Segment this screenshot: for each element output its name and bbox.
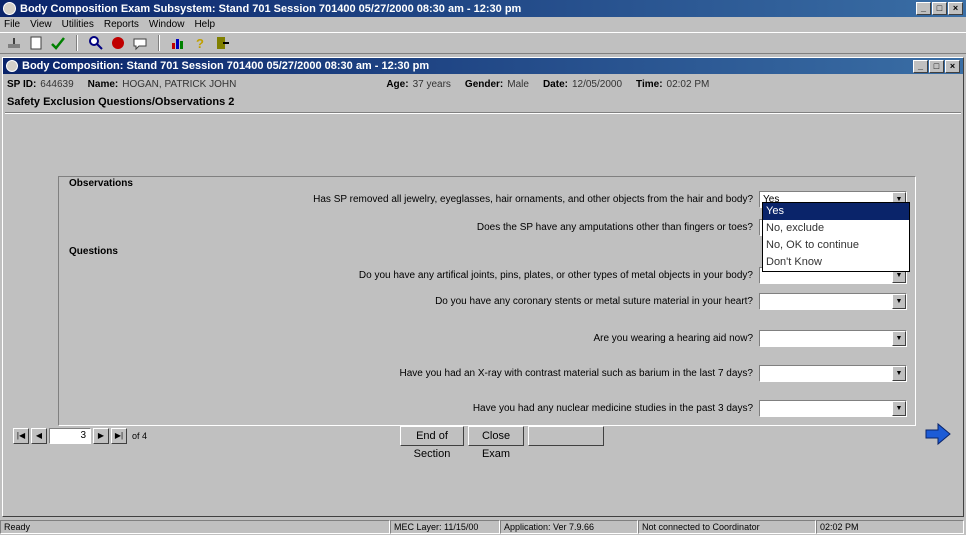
maximize-button[interactable]: □ bbox=[932, 2, 947, 15]
search-icon[interactable] bbox=[88, 35, 104, 51]
gender-value: Male bbox=[507, 78, 529, 90]
section-divider bbox=[5, 112, 961, 114]
close-exam-button[interactable]: Close Exam bbox=[468, 426, 524, 460]
page-count-label: of 4 bbox=[132, 431, 148, 441]
status-ready: Ready bbox=[0, 520, 390, 534]
question-row-xray: Have you had an X-ray with contrast mate… bbox=[399, 365, 907, 382]
option-yes[interactable]: Yes bbox=[763, 203, 909, 220]
page-number-field[interactable]: 3 bbox=[49, 428, 91, 444]
menu-bar: File View Utilities Reports Window Help bbox=[0, 17, 966, 32]
sp-id-value: 644639 bbox=[40, 78, 74, 90]
time-value: 02:02 PM bbox=[666, 78, 710, 90]
nuclear-select[interactable]: ▼ bbox=[759, 400, 907, 417]
menu-window[interactable]: Window bbox=[149, 19, 185, 30]
child-close-button[interactable]: × bbox=[945, 60, 960, 73]
next-record-button[interactable]: ▶ bbox=[93, 428, 109, 444]
prev-record-button[interactable]: ◀ bbox=[31, 428, 47, 444]
menu-help[interactable]: Help bbox=[194, 19, 215, 30]
child-minimize-button[interactable]: _ bbox=[913, 60, 928, 73]
child-maximize-button[interactable]: □ bbox=[929, 60, 944, 73]
chevron-down-icon[interactable]: ▼ bbox=[892, 331, 906, 346]
menu-utilities[interactable]: Utilities bbox=[62, 19, 94, 30]
question-amputations-label: Does the SP have any amputations other t… bbox=[476, 222, 753, 233]
close-button[interactable]: × bbox=[948, 2, 963, 15]
question-row-hearing-aid: Are you wearing a hearing aid now? ▼ bbox=[593, 330, 907, 347]
minimize-button[interactable]: _ bbox=[916, 2, 931, 15]
next-arrow-icon[interactable] bbox=[924, 422, 952, 446]
questions-heading: Questions bbox=[69, 246, 118, 257]
app-titlebar: Body Composition Exam Subsystem: Stand 7… bbox=[0, 0, 966, 17]
chart-icon[interactable] bbox=[170, 35, 186, 51]
menu-view[interactable]: View bbox=[30, 19, 52, 30]
exam-window-title: Body Composition: Stand 701 Session 7014… bbox=[22, 60, 430, 72]
first-record-button[interactable]: |◀ bbox=[13, 428, 29, 444]
window-controls: _ □ × bbox=[916, 2, 963, 15]
option-no-ok[interactable]: No, OK to continue bbox=[763, 237, 909, 254]
question-nuclear-label: Have you had any nuclear medicine studie… bbox=[472, 403, 753, 414]
help-icon[interactable]: ? bbox=[192, 35, 208, 51]
status-mec-layer: MEC Layer: 11/15/00 bbox=[390, 520, 500, 534]
menu-file[interactable]: File bbox=[4, 19, 20, 30]
participant-info: SP ID: 644639 Name: HOGAN, PATRICK JOHN … bbox=[7, 77, 957, 91]
question-row-nuclear: Have you had any nuclear medicine studie… bbox=[473, 400, 907, 417]
svg-text:?: ? bbox=[196, 36, 204, 51]
scale-icon[interactable] bbox=[6, 35, 22, 51]
chevron-down-icon[interactable]: ▼ bbox=[892, 294, 906, 309]
app-icon bbox=[3, 2, 16, 15]
app-title: Body Composition Exam Subsystem: Stand 7… bbox=[20, 2, 522, 15]
xray-select[interactable]: ▼ bbox=[759, 365, 907, 382]
last-record-button[interactable]: ▶| bbox=[111, 428, 127, 444]
option-no-exclude[interactable]: No, exclude bbox=[763, 220, 909, 237]
hearing-aid-select[interactable]: ▼ bbox=[759, 330, 907, 347]
question-hearing-aid-label: Are you wearing a hearing aid now? bbox=[593, 333, 753, 344]
exam-window-titlebar: Body Composition: Stand 701 Session 7014… bbox=[3, 58, 963, 74]
question-row-stents: Do you have any coronary stents or metal… bbox=[435, 293, 907, 310]
date-label: Date: bbox=[542, 78, 568, 90]
date-value: 12/05/2000 bbox=[571, 78, 623, 90]
checkmark-icon[interactable] bbox=[50, 35, 66, 51]
question-xray-label: Have you had an X-ray with contrast mate… bbox=[399, 368, 753, 379]
toolbar-separator bbox=[76, 35, 78, 51]
gender-label: Gender: bbox=[464, 78, 504, 90]
chevron-down-icon[interactable]: ▼ bbox=[892, 366, 906, 381]
status-coordinator: Not connected to Coordinator bbox=[638, 520, 816, 534]
toolbar: ? bbox=[0, 32, 966, 54]
section-title: Safety Exclusion Questions/Observations … bbox=[7, 96, 235, 108]
question-jewelry-label: Has SP removed all jewelry, eyeglasses, … bbox=[313, 194, 753, 205]
stents-select[interactable]: ▼ bbox=[759, 293, 907, 310]
observations-heading: Observations bbox=[69, 178, 133, 189]
status-clock: 02:02 PM bbox=[816, 520, 964, 534]
status-bar: Ready MEC Layer: 11/15/00 Application: V… bbox=[0, 519, 966, 535]
disabled-button bbox=[528, 426, 604, 446]
document-icon[interactable] bbox=[28, 35, 44, 51]
sp-id-label: SP ID: bbox=[7, 78, 37, 90]
time-label: Time: bbox=[636, 78, 663, 90]
question-stents-label: Do you have any coronary stents or metal… bbox=[435, 296, 753, 307]
question-metal-label: Do you have any artifical joints, pins, … bbox=[358, 270, 753, 281]
option-dont-know[interactable]: Don't Know bbox=[763, 254, 909, 271]
name-value: HOGAN, PATRICK JOHN bbox=[122, 78, 237, 90]
chevron-down-icon[interactable]: ▼ bbox=[892, 401, 906, 416]
window-icon bbox=[6, 60, 18, 72]
child-window-controls: _ □ × bbox=[913, 60, 960, 73]
end-of-section-button[interactable]: End of Section bbox=[400, 426, 464, 460]
name-label: Name: bbox=[87, 78, 119, 90]
exit-icon[interactable] bbox=[214, 35, 230, 51]
record-icon[interactable] bbox=[110, 35, 126, 51]
jewelry-dropdown-list: Yes No, exclude No, OK to continue Don't… bbox=[762, 202, 910, 272]
age-label: Age: bbox=[386, 78, 409, 90]
exam-window: Body Composition: Stand 701 Session 7014… bbox=[2, 57, 964, 517]
age-value: 37 years bbox=[412, 78, 451, 90]
menu-reports[interactable]: Reports bbox=[104, 19, 139, 30]
status-application: Application: Ver 7.9.66 bbox=[500, 520, 638, 534]
comment-icon[interactable] bbox=[132, 35, 148, 51]
record-navigator: |◀ ◀ 3 ▶ ▶| of 4 bbox=[13, 428, 147, 444]
toolbar-separator bbox=[158, 35, 160, 51]
